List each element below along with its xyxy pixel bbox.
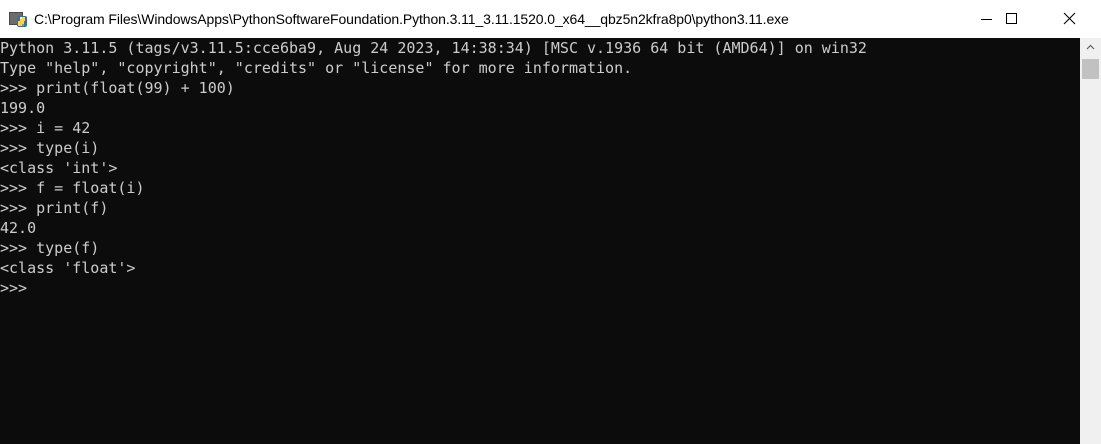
console-line: >>> type(f) xyxy=(0,239,100,257)
console-line: Type "help", "copyright", "credits" or "… xyxy=(0,59,633,77)
vertical-scrollbar[interactable] xyxy=(1080,38,1101,444)
console-line: >>> i = 42 xyxy=(0,119,91,137)
console-line: >>> f = float(i) xyxy=(0,179,145,197)
scrollbar-thumb[interactable] xyxy=(1082,59,1099,79)
console-line: <class 'int'> xyxy=(0,159,118,177)
chevron-up-icon xyxy=(1086,44,1095,50)
console-prompt[interactable]: >>> xyxy=(0,278,27,298)
maximize-button[interactable] xyxy=(988,0,1034,38)
console-line: Python 3.11.5 (tags/v3.11.5:cce6ba9, Aug… xyxy=(0,39,867,57)
window-title: C:\Program Files\WindowsApps\PythonSoftw… xyxy=(34,11,789,27)
console-line: 42.0 xyxy=(0,219,37,237)
scroll-up-button[interactable] xyxy=(1080,38,1101,56)
console-line: >>> print(f) xyxy=(0,199,109,217)
console-line: >>> print(float(99) + 100) xyxy=(0,79,235,97)
console-line: <class 'float'> xyxy=(0,259,136,277)
python-icon[interactable] xyxy=(9,10,28,28)
close-button[interactable] xyxy=(1046,0,1092,38)
maximize-icon xyxy=(1006,13,1017,24)
console-line: >>> type(i) xyxy=(0,139,100,157)
close-icon xyxy=(1063,12,1076,25)
console-window: C:\Program Files\WindowsApps\PythonSoftw… xyxy=(0,0,1101,444)
title-bar[interactable]: C:\Program Files\WindowsApps\PythonSoftw… xyxy=(0,0,1101,38)
console-output[interactable]: Python 3.11.5 (tags/v3.11.5:cce6ba9, Aug… xyxy=(0,38,1080,444)
console-line: 199.0 xyxy=(0,99,46,117)
